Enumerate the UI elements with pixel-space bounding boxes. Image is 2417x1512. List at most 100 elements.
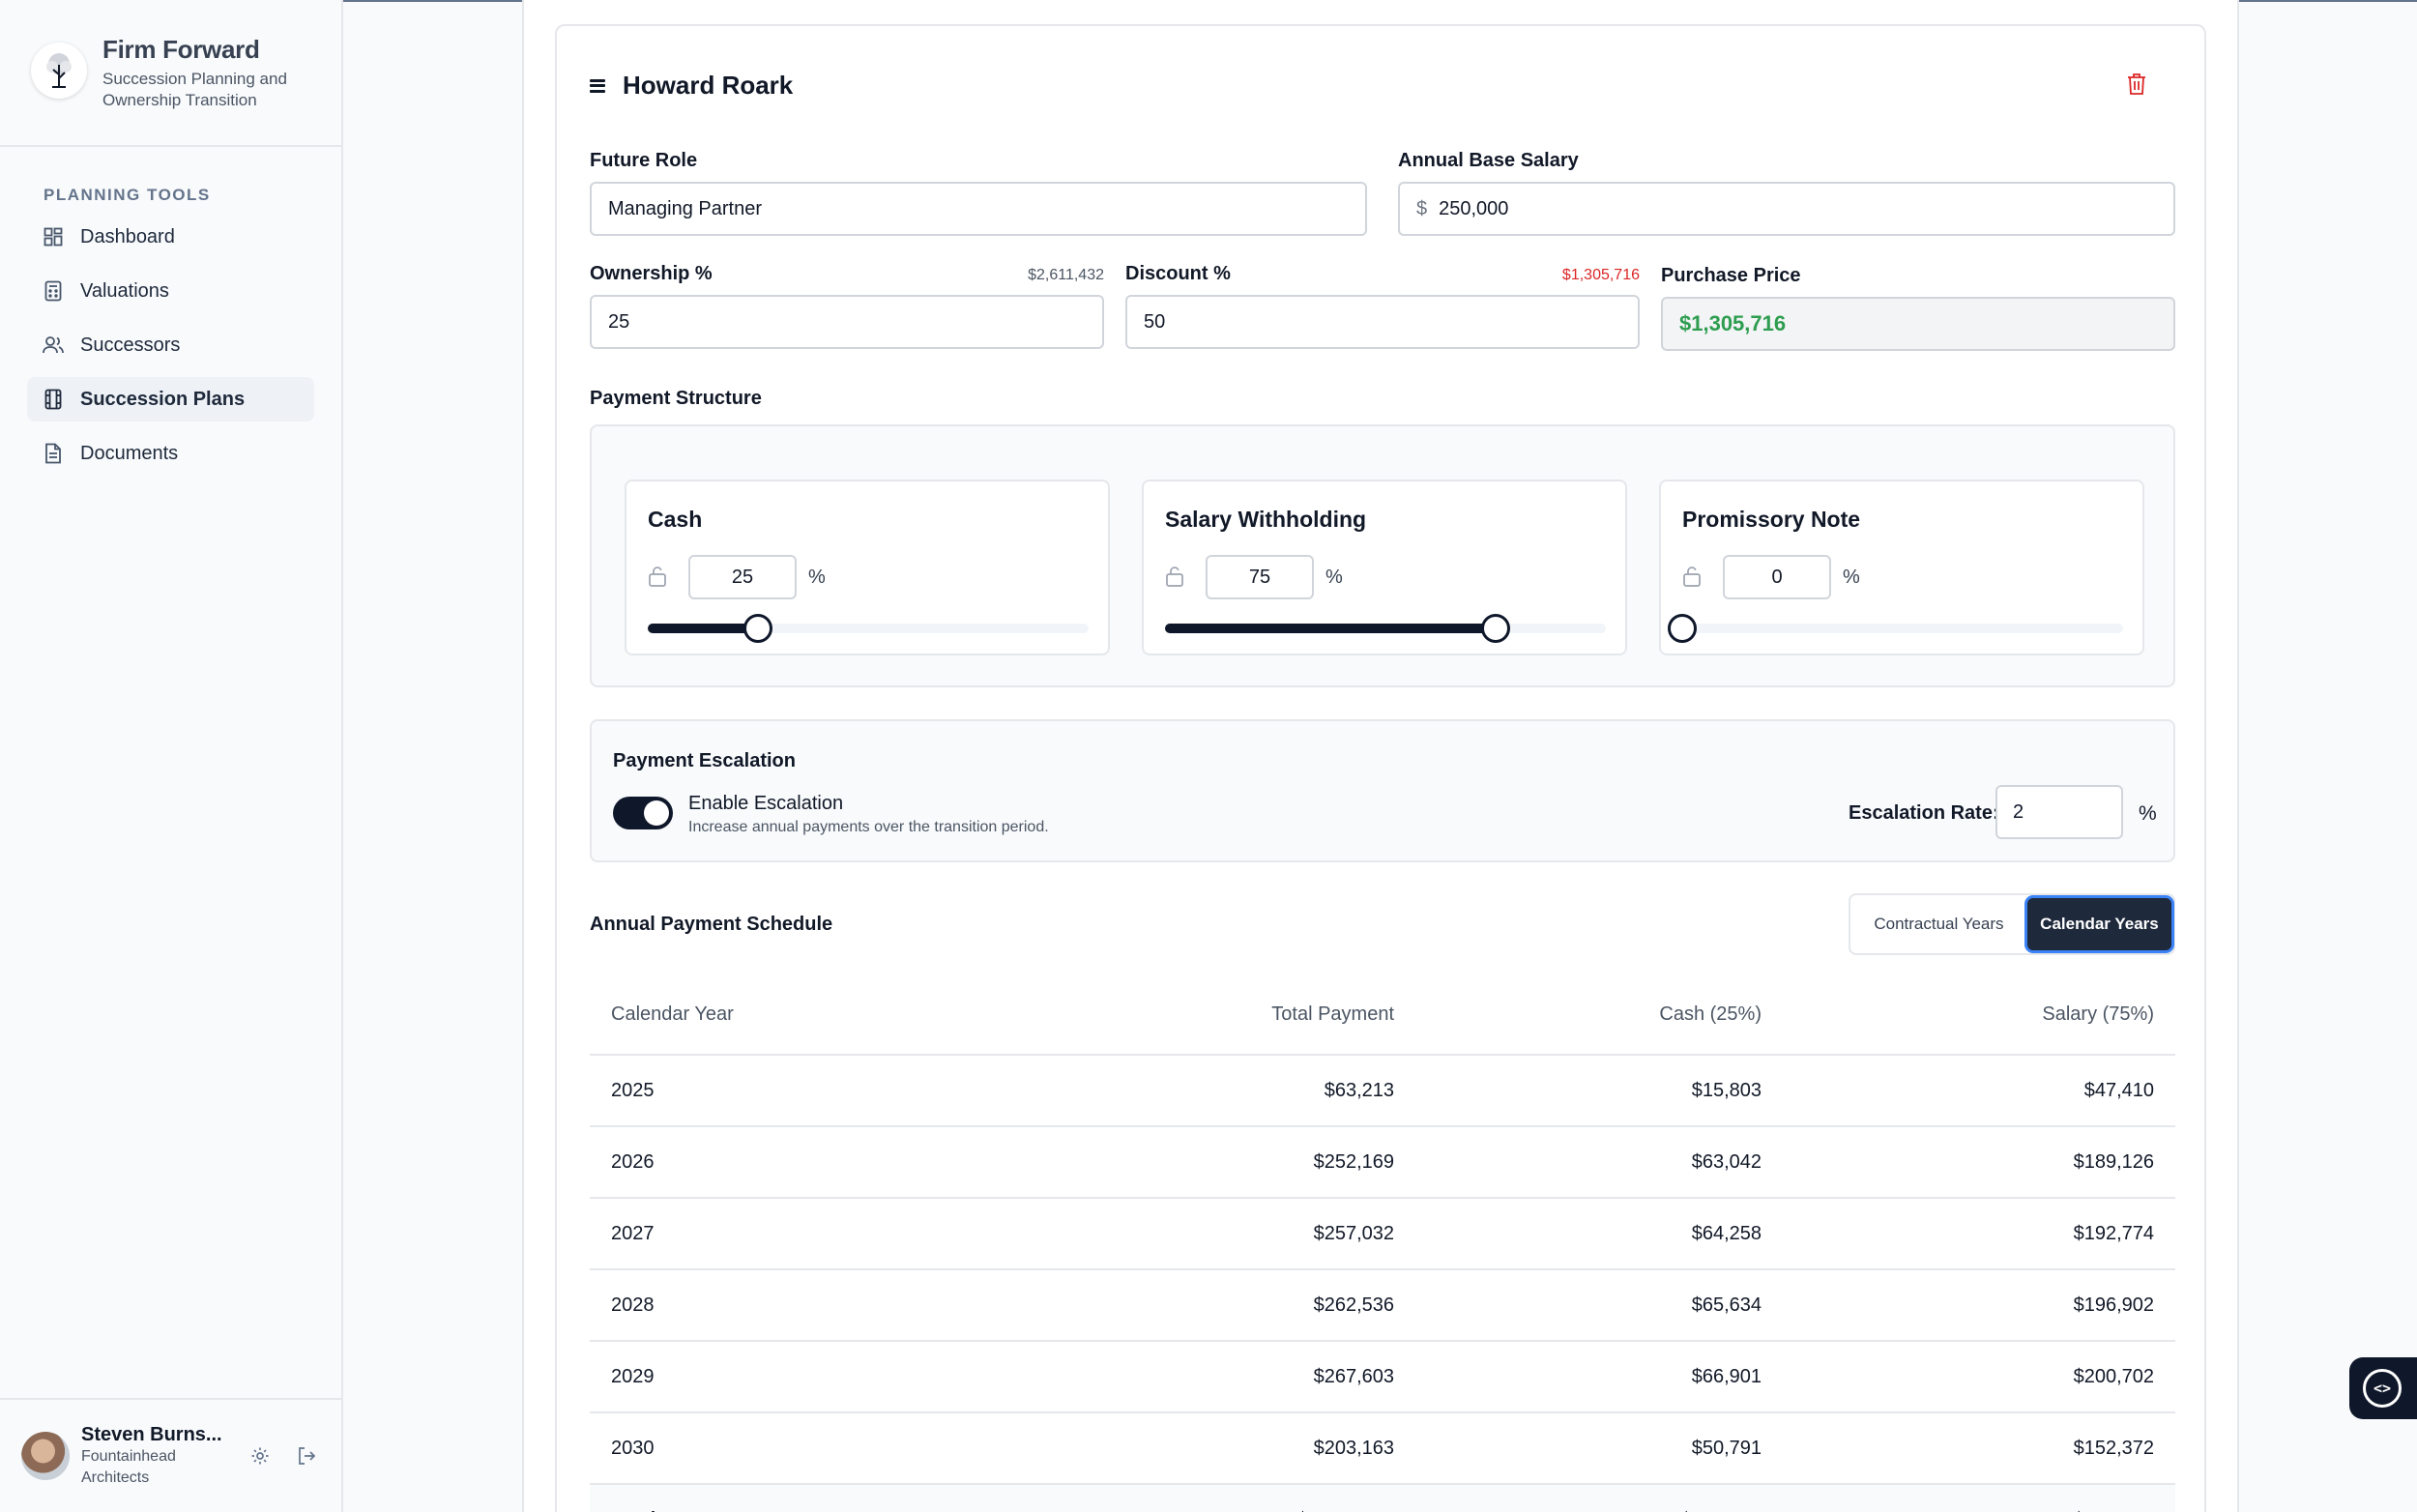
logout-icon[interactable] xyxy=(292,1441,321,1470)
column-header: Cash (25%) xyxy=(1415,975,1783,1056)
unlock-icon[interactable] xyxy=(1682,566,1704,589)
app-title: Firm Forward xyxy=(102,35,260,64)
escalation-toggle-label: Enable Escalation xyxy=(688,793,844,814)
ownership-label: Ownership % xyxy=(590,263,713,284)
planning-tools-nav: PLANNING TOOLS Dashboard Valuations Succ… xyxy=(0,147,341,476)
sidebar-item-valuations[interactable]: Valuations xyxy=(27,269,314,313)
sidebar-item-label: Documents xyxy=(80,442,179,464)
cash-slider[interactable] xyxy=(648,614,1089,643)
promissory-note-percent-input[interactable]: 0 xyxy=(1723,555,1831,599)
future-role-field: Future Role Managing Partner xyxy=(590,150,1367,236)
escalation-toggle[interactable] xyxy=(613,797,673,829)
table-cell: $1,305,716 xyxy=(996,1484,1415,1512)
salary-input[interactable]: $250,000 xyxy=(1398,182,2175,236)
tree-logo-icon[interactable] xyxy=(31,43,87,99)
escalation-title: Payment Escalation xyxy=(613,750,796,771)
purchase-price-value: $1,305,716 xyxy=(1679,311,1787,335)
promissory-note-slider[interactable] xyxy=(1668,614,2123,643)
table-cell: $262,536 xyxy=(996,1269,1415,1342)
purchase-price-label: Purchase Price xyxy=(1661,265,1801,286)
table-cell: $979,287 xyxy=(1783,1484,2175,1512)
table-cell: $326,429 xyxy=(1415,1484,1783,1512)
purchase-price-field: Purchase Price $1,305,716 xyxy=(1661,265,2175,351)
year-mode-toggle: Contractual Years Calendar Years xyxy=(1849,893,2175,955)
successor-card: Howard Roark Future Role Managing Partne… xyxy=(555,24,2206,1512)
percent-unit: % xyxy=(1843,566,1860,588)
trash-icon[interactable] xyxy=(2127,73,2152,102)
salary-withholding-percent-input[interactable]: 75 xyxy=(1206,555,1314,599)
unlock-icon[interactable] xyxy=(648,566,669,589)
payment-structure-panel: Cash 25 % Salary Withholding 75 % Promis… xyxy=(590,424,2175,687)
purchase-price-readonly: $1,305,716 xyxy=(1661,297,2175,351)
brand-header: Firm Forward Succession Planning and Own… xyxy=(0,0,341,147)
slider-thumb[interactable] xyxy=(743,614,772,643)
salary-withholding-slider[interactable] xyxy=(1165,614,1606,643)
sidebar-item-label: Valuations xyxy=(80,279,169,302)
escalation-rate-input[interactable]: 2 xyxy=(1995,785,2123,839)
table-row: 2030 $203,163 $50,791 $152,372 xyxy=(590,1412,2175,1485)
table-row: 2029 $267,603 $66,901 $200,702 xyxy=(590,1341,2175,1413)
table-cell: $196,902 xyxy=(1783,1269,2175,1342)
avatar[interactable] xyxy=(21,1432,70,1480)
table-cell: $189,126 xyxy=(1783,1126,2175,1199)
user-name: Steven Burns... xyxy=(81,1423,222,1445)
successor-name: Howard Roark xyxy=(623,71,794,100)
future-role-label: Future Role xyxy=(590,150,698,171)
currency-symbol: $ xyxy=(1416,197,1428,219)
table-cell: $47,410 xyxy=(1783,1055,2175,1127)
table-header-row: Calendar Year Total Payment Cash (25%) S… xyxy=(590,975,2175,1056)
table-cell: 2025 xyxy=(590,1055,996,1127)
sidebar-item-label: Succession Plans xyxy=(80,388,246,410)
salary-field: Annual Base Salary $250,000 xyxy=(1398,150,2175,236)
cash-percent-input[interactable]: 25 xyxy=(688,555,797,599)
future-role-value: Managing Partner xyxy=(608,197,762,219)
dev-tools-button[interactable]: <> xyxy=(2349,1357,2417,1419)
payment-card-cash: Cash 25 % xyxy=(625,480,1110,655)
future-role-input[interactable]: Managing Partner xyxy=(590,182,1367,236)
percent-unit: % xyxy=(1325,566,1343,588)
document-icon xyxy=(43,443,64,464)
sidebar-item-label: Dashboard xyxy=(80,225,175,247)
discount-field: Discount % $1,305,716 50 xyxy=(1125,263,1640,349)
slider-thumb[interactable] xyxy=(1668,614,1697,643)
sidebar-item-dashboard[interactable]: Dashboard xyxy=(27,215,314,259)
salary-label: Annual Base Salary xyxy=(1398,150,1579,171)
table-cell: $66,901 xyxy=(1415,1341,1783,1413)
drag-handle-icon[interactable] xyxy=(590,78,605,93)
table-cell: Total xyxy=(590,1484,996,1512)
user-organization: Fountainhead Architects xyxy=(81,1447,176,1486)
payment-card-promissory-note: Promissory Note 0 % xyxy=(1659,480,2144,655)
table-cell: 2029 xyxy=(590,1341,996,1413)
toggle-knob xyxy=(644,800,669,826)
payment-escalation-panel: Payment Escalation Enable Escalation Inc… xyxy=(590,719,2175,862)
table-cell: $267,603 xyxy=(996,1341,1415,1413)
discount-input[interactable]: 50 xyxy=(1125,295,1640,349)
table-cell: $152,372 xyxy=(1783,1412,2175,1485)
slider-fill xyxy=(1165,624,1496,633)
discount-value: 50 xyxy=(1144,310,1166,333)
slider-thumb[interactable] xyxy=(1481,614,1510,643)
schedule-title: Annual Payment Schedule xyxy=(590,914,833,935)
payment-title: Cash xyxy=(648,507,703,532)
calendar-years-button[interactable]: Calendar Years xyxy=(2026,898,2171,950)
table-cell: $252,169 xyxy=(996,1126,1415,1199)
sidebar-item-succession-plans[interactable]: Succession Plans xyxy=(27,377,314,422)
table-cell: $63,213 xyxy=(996,1055,1415,1127)
table-cell: $200,702 xyxy=(1783,1341,2175,1413)
contractual-years-button[interactable]: Contractual Years xyxy=(1850,898,2027,950)
slider-fill xyxy=(648,624,758,633)
table-cell: $257,032 xyxy=(996,1198,1415,1270)
sidebar-item-documents[interactable]: Documents xyxy=(27,431,314,476)
gear-icon[interactable] xyxy=(246,1441,275,1470)
escalation-rate-label: Escalation Rate: xyxy=(1849,802,1999,824)
unlock-icon[interactable] xyxy=(1165,566,1186,589)
ownership-input[interactable]: 25 xyxy=(590,295,1104,349)
salary-value: 250,000 xyxy=(1439,197,1509,219)
discount-value-hint: $1,305,716 xyxy=(1561,267,1640,283)
app-tagline: Succession Planning and Ownership Transi… xyxy=(102,70,287,109)
users-icon xyxy=(43,334,64,356)
table-cell: $192,774 xyxy=(1783,1198,2175,1270)
sidebar-item-successors[interactable]: Successors xyxy=(27,323,314,367)
payment-title: Salary Withholding xyxy=(1165,507,1367,532)
sidebar: Firm Forward Succession Planning and Own… xyxy=(0,0,343,1512)
